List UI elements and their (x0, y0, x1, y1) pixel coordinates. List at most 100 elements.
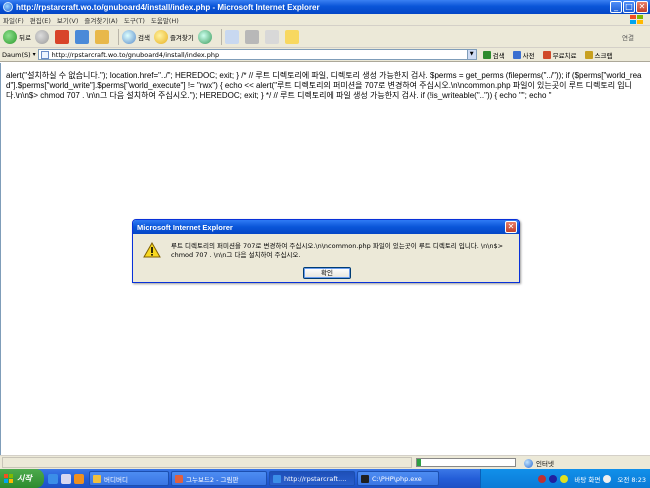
menu-file[interactable]: 파일(F) (3, 15, 24, 25)
refresh-icon (74, 29, 89, 44)
tray-icon-2[interactable] (549, 474, 558, 483)
windows-flag-icon (4, 473, 14, 484)
ie-logo-icon (3, 2, 13, 12)
ie-quicklaunch-icon[interactable] (48, 473, 58, 484)
star-icon (153, 29, 168, 44)
edit-button[interactable] (264, 28, 281, 46)
edit-icon (264, 29, 279, 44)
ok-button[interactable]: 확인 (303, 267, 351, 279)
back-button[interactable]: 뒤로 (3, 28, 31, 46)
back-label: 뒤로 (19, 33, 31, 42)
link-scrap-label: 스크랩 (594, 51, 613, 60)
minimize-button[interactable]: _ (610, 1, 622, 13)
buddybuddy-icon (93, 474, 101, 483)
menu-tools[interactable]: 도구(T) (124, 15, 145, 25)
windows-logo-icon (630, 15, 644, 25)
link-free-repair[interactable]: 무료치료 (542, 50, 577, 60)
start-button[interactable]: 시작 (0, 469, 44, 488)
link-dictionary-label: 사전 (522, 51, 535, 60)
task-label: 그누보드2 - 그림판 (186, 475, 239, 484)
task-paint[interactable]: 그누보드2 - 그림판 (171, 471, 267, 486)
close-window-button[interactable]: ✕ (636, 1, 648, 13)
url-dropdown-button[interactable]: ▼ (467, 49, 477, 60)
messenger-button[interactable] (284, 28, 301, 46)
address-bar: Daum(S) ▾ http://rpstarcraft.wo.to/gnubo… (0, 48, 650, 62)
progress-bar (416, 458, 516, 467)
quick-launch (48, 473, 87, 484)
tray-icon-1[interactable] (538, 474, 547, 483)
window-title: http://rpstarcraft.wo.to/gnuboard4/insta… (16, 2, 320, 12)
refresh-button[interactable] (74, 28, 91, 46)
search-icon (121, 29, 136, 44)
mail-button[interactable] (224, 28, 241, 46)
mail-icon (224, 29, 239, 44)
toolbar-divider (220, 28, 222, 45)
alert-dialog: Microsoft Internet Explorer ✕ 루트 디렉토리의 퍼… (132, 219, 520, 283)
forward-arrow-icon (34, 29, 49, 44)
zone-label: 인터넷 (536, 460, 554, 468)
menu-help[interactable]: 도움말(H) (151, 15, 179, 25)
home-icon (94, 29, 109, 44)
history-button[interactable] (197, 28, 214, 46)
go-arrow-icon (482, 50, 491, 59)
task-buddybuddy[interactable]: 버디버디 (89, 471, 169, 486)
menu-bar: 파일(F) 편집(E) 보기(V) 즐겨찾기(A) 도구(T) 도움말(H) (0, 14, 650, 26)
status-text-area (2, 457, 412, 468)
favorites-button[interactable]: 즐겨찾기 (153, 28, 194, 46)
menu-favorites[interactable]: 즐겨찾기(A) (84, 15, 117, 25)
repair-icon (542, 50, 551, 59)
address-dropdown-icon[interactable]: ▾ (33, 51, 36, 58)
back-arrow-icon (3, 29, 17, 44)
history-icon (197, 29, 212, 44)
page-icon (40, 50, 49, 59)
console-icon (361, 474, 369, 483)
dialog-title: Microsoft Internet Explorer (133, 220, 519, 234)
stop-button[interactable] (54, 28, 71, 46)
url-text: http://rpstarcraft.wo.to/gnuboard4/insta… (51, 50, 220, 59)
toolbar: 뒤로 검색 즐겨찾기 연결 (0, 26, 650, 48)
stop-icon (54, 29, 69, 44)
menu-view[interactable]: 보기(V) (57, 15, 78, 25)
url-input[interactable]: http://rpstarcraft.wo.to/gnuboard4/insta… (37, 49, 468, 60)
home-button[interactable] (94, 28, 111, 46)
desktop-label[interactable]: 바탕 화면 (574, 474, 600, 484)
forward-button[interactable] (34, 28, 51, 46)
taskbar: 시작 버디버디 그누보드2 - 그림판 http://rpstarcraft..… (0, 469, 650, 488)
task-ie[interactable]: http://rpstarcraft.... (269, 471, 355, 486)
address-label: Daum(S) (2, 50, 31, 59)
scrap-icon (584, 50, 593, 59)
security-zone: 인터넷 (524, 458, 554, 468)
media-player-icon[interactable] (74, 473, 84, 484)
printer-icon (244, 29, 259, 44)
task-label: 버디버디 (104, 475, 128, 484)
system-tray: 바탕 화면 오전 8:23 (480, 469, 650, 488)
favorites-label: 즐겨찾기 (169, 33, 194, 42)
clock: 오전 8:23 (617, 475, 646, 484)
tray-icon-3[interactable] (560, 474, 569, 483)
globe-icon (524, 458, 533, 468)
task-php[interactable]: C:\PHP\php.exe (357, 471, 439, 486)
ie-task-icon (273, 474, 281, 483)
page-source-text: alert("설치하실 수 없습니다."); location.href="..… (6, 71, 642, 100)
task-label: C:\PHP\php.exe (372, 474, 422, 483)
warning-icon (143, 242, 161, 258)
link-scrap[interactable]: 스크랩 (584, 50, 613, 60)
dialog-close-button[interactable]: ✕ (505, 221, 517, 233)
start-label: 시작 (17, 474, 32, 483)
volume-icon[interactable] (603, 474, 612, 483)
folder-icon (284, 29, 299, 44)
print-button[interactable] (244, 28, 261, 46)
book-icon (512, 50, 521, 59)
title-bar: http://rpstarcraft.wo.to/gnuboard4/insta… (0, 0, 650, 14)
search-button[interactable]: 검색 (121, 28, 150, 46)
show-desktop-icon[interactable] (61, 473, 71, 484)
link-dictionary[interactable]: 사전 (512, 50, 535, 60)
search-label: 검색 (137, 33, 150, 42)
link-search[interactable]: 검색 (482, 50, 505, 60)
links-label[interactable]: 연결 (622, 32, 634, 42)
address-links: 검색 사전 무료치료 스크랩 (482, 50, 621, 60)
task-label: http://rpstarcraft.... (284, 474, 347, 483)
maximize-button[interactable]: □ (623, 1, 635, 13)
menu-edit[interactable]: 편집(E) (30, 15, 51, 25)
link-free-repair-label: 무료치료 (552, 51, 577, 60)
